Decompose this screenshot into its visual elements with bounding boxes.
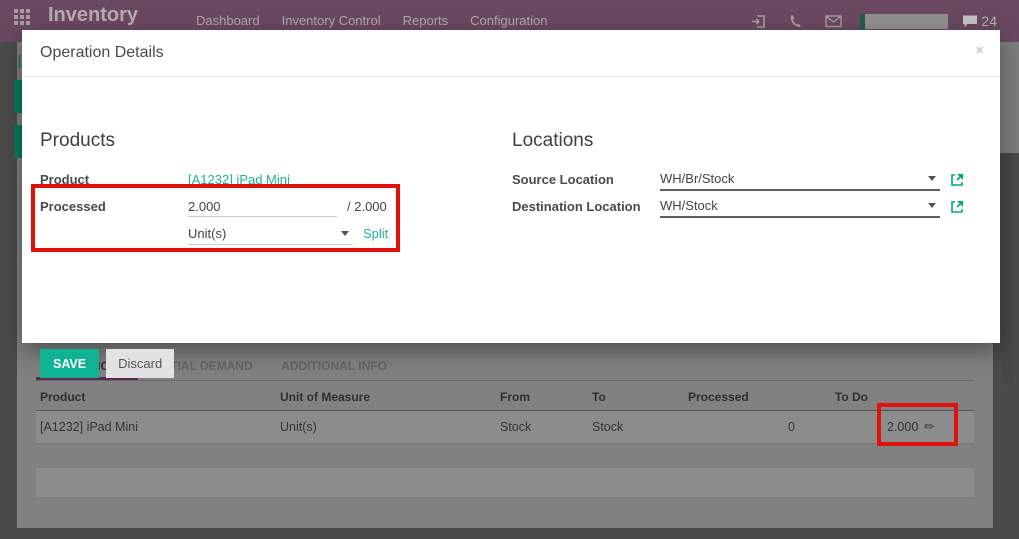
nav-item-configuration[interactable]: Configuration bbox=[470, 13, 547, 28]
locations-heading: Locations bbox=[512, 130, 594, 151]
source-location-select[interactable]: WH/Br/Stock bbox=[660, 169, 940, 191]
nav-menu: Dashboard Inventory Control Reports Conf… bbox=[196, 13, 547, 28]
destination-location-value: WH/Stock bbox=[660, 198, 718, 213]
discard-button[interactable]: Discard bbox=[106, 349, 175, 378]
message-count-badge[interactable]: 24 bbox=[981, 13, 997, 29]
col-uom: Unit of Measure bbox=[280, 390, 371, 404]
save-button[interactable]: SAVE bbox=[40, 349, 100, 378]
cell-to-do[interactable]: 2.000 bbox=[887, 420, 918, 434]
uom-value: Unit(s) bbox=[188, 225, 227, 241]
product-label: Product bbox=[40, 172, 90, 187]
chevron-down-icon bbox=[928, 176, 936, 181]
processed-input[interactable] bbox=[188, 196, 337, 217]
tab-additional-info[interactable]: ADDITIONAL INFO bbox=[269, 354, 399, 380]
destination-location-label: Destination Location bbox=[512, 199, 641, 214]
operation-details-modal: Operation Details × Products Product [A1… bbox=[22, 30, 1000, 378]
empty-list-band bbox=[36, 468, 974, 497]
product-link[interactable]: [A1232] iPad Mini bbox=[188, 172, 290, 187]
app-title[interactable]: Inventory bbox=[48, 4, 138, 27]
col-from: From bbox=[500, 390, 530, 404]
modal-header: Operation Details × bbox=[22, 30, 1000, 77]
products-section: Products Product [A1232] iPad Mini Proce… bbox=[40, 130, 490, 247]
col-product: Product bbox=[40, 390, 86, 404]
envelope-icon[interactable] bbox=[825, 14, 843, 28]
phone-icon[interactable] bbox=[788, 14, 803, 29]
modal-close-icon[interactable]: × bbox=[975, 42, 984, 59]
apps-menu-icon[interactable] bbox=[14, 9, 30, 25]
cell-from[interactable]: Stock bbox=[500, 420, 531, 434]
col-to-do: To Do bbox=[834, 390, 868, 404]
locations-section: Locations Source Location WH/Br/Stock De… bbox=[512, 130, 982, 220]
edit-pencil-icon[interactable]: ✏ bbox=[924, 419, 935, 435]
page-scrollbar[interactable] bbox=[1001, 153, 1013, 385]
nav-item-dashboard[interactable]: Dashboard bbox=[196, 13, 260, 28]
destination-location-select[interactable]: WH/Stock bbox=[660, 196, 940, 218]
processed-total: / 2.000 bbox=[347, 199, 387, 214]
nav-item-reports[interactable]: Reports bbox=[403, 13, 449, 28]
external-link-icon[interactable] bbox=[950, 200, 964, 214]
user-menu[interactable] bbox=[860, 13, 949, 29]
user-status-bar bbox=[860, 13, 866, 29]
table-row[interactable]: [A1232] iPad Mini Unit(s) Stock Stock 0 … bbox=[36, 411, 974, 444]
col-processed: Processed bbox=[688, 390, 749, 404]
processed-label: Processed bbox=[40, 199, 106, 214]
products-heading: Products bbox=[40, 130, 115, 151]
messages-icon[interactable] bbox=[962, 14, 978, 29]
split-link[interactable]: Split bbox=[363, 226, 388, 241]
cell-product[interactable]: [A1232] iPad Mini bbox=[40, 420, 138, 434]
modal-title: Operation Details bbox=[40, 44, 164, 61]
col-to: To bbox=[592, 390, 606, 404]
cell-processed[interactable]: 0 bbox=[755, 420, 795, 434]
notebook-border bbox=[36, 380, 974, 381]
cell-uom[interactable]: Unit(s) bbox=[280, 420, 317, 434]
chevron-down-icon bbox=[928, 203, 936, 208]
nav-item-inventory-control[interactable]: Inventory Control bbox=[282, 13, 381, 28]
chevron-down-icon bbox=[341, 230, 349, 236]
source-location-label: Source Location bbox=[512, 172, 614, 187]
cell-to[interactable]: Stock bbox=[592, 420, 623, 434]
external-link-icon[interactable] bbox=[950, 173, 964, 187]
login-icon[interactable] bbox=[751, 14, 766, 29]
uom-select[interactable]: Unit(s) bbox=[188, 223, 353, 245]
modal-footer: SAVE Discard bbox=[40, 349, 175, 378]
source-location-value: WH/Br/Stock bbox=[660, 171, 735, 186]
table-header: Product Unit of Measure From To Processe… bbox=[17, 386, 993, 410]
